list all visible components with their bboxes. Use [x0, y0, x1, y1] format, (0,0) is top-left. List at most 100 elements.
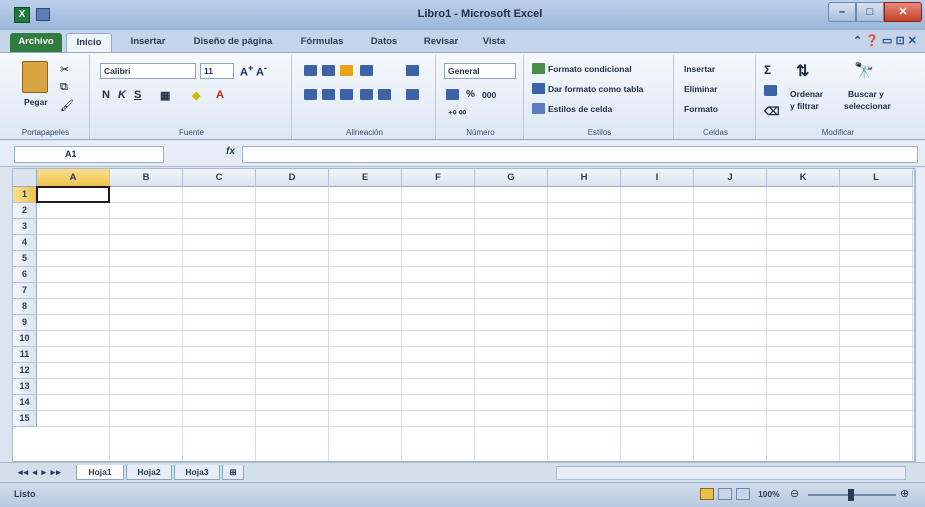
italic-icon[interactable]: K	[118, 89, 126, 101]
zoom-out-icon[interactable]: ⊖	[790, 487, 799, 500]
row-header[interactable]: 2	[13, 203, 37, 219]
paste-button[interactable]: Pegar	[24, 97, 48, 107]
row-header[interactable]: 3	[13, 219, 37, 235]
sort-filter-label-1[interactable]: Ordenar	[790, 89, 823, 99]
vertical-scrollbar[interactable]	[915, 168, 925, 462]
excel-app-icon[interactable]: X	[14, 7, 30, 23]
formula-input[interactable]	[242, 146, 918, 163]
help-icon[interactable]: ⌃ ❓ ▭ ⊡ ✕	[853, 34, 917, 47]
view-layout-icon[interactable]	[718, 488, 732, 500]
column-header[interactable]: A	[37, 169, 110, 187]
fill-icon[interactable]	[764, 85, 777, 96]
insert-cells-button[interactable]: Insertar	[684, 64, 715, 74]
format-cells-button[interactable]: Formato	[684, 104, 718, 114]
minimize-button[interactable]: –	[828, 2, 856, 22]
font-color-icon[interactable]: A	[216, 89, 224, 101]
paste-icon[interactable]	[22, 61, 48, 93]
grow-font-icon[interactable]: A+ A-	[240, 63, 267, 79]
tab-inicio[interactable]: Inicio	[66, 33, 112, 52]
horizontal-scrollbar[interactable]	[556, 466, 906, 480]
thousands-button[interactable]: 000	[482, 90, 496, 100]
tab-archivo[interactable]: Archivo	[10, 33, 62, 52]
row-header[interactable]: 5	[13, 251, 37, 267]
column-header[interactable]: G	[475, 169, 548, 187]
insert-function-button[interactable]: fx	[226, 146, 235, 157]
number-format-select[interactable]: General	[444, 63, 516, 79]
maximize-button[interactable]: □	[856, 2, 884, 22]
font-size-select[interactable]: 11	[200, 63, 234, 79]
align-right-icon[interactable]	[340, 89, 353, 100]
row-header[interactable]: 1	[13, 187, 37, 203]
conditional-format-button[interactable]: Formato condicional	[548, 64, 632, 74]
cut-icon[interactable]: ✂	[60, 63, 69, 76]
row-header[interactable]: 10	[13, 331, 37, 347]
percent-button[interactable]: %	[466, 89, 475, 100]
select-all-corner[interactable]	[13, 169, 37, 187]
row-header[interactable]: 7	[13, 283, 37, 299]
name-box[interactable]: A1	[14, 146, 164, 163]
bold-icon[interactable]: N	[102, 89, 110, 101]
currency-icon[interactable]	[446, 89, 459, 100]
column-header[interactable]: E	[329, 169, 402, 187]
autosum-icon[interactable]: Σ	[764, 63, 771, 77]
row-header[interactable]: 11	[13, 347, 37, 363]
tab-vista[interactable]: Vista	[474, 33, 514, 52]
wrap-text-icon[interactable]	[406, 65, 419, 76]
format-as-table-button[interactable]: Dar formato como tabla	[548, 84, 643, 94]
merge-center-icon[interactable]	[406, 89, 419, 100]
borders-icon[interactable]: ▦	[160, 89, 170, 102]
row-header[interactable]: 9	[13, 315, 37, 331]
column-header[interactable]: K	[767, 169, 840, 187]
column-header[interactable]: C	[183, 169, 256, 187]
column-header[interactable]: J	[694, 169, 767, 187]
close-button[interactable]: ✕	[884, 2, 922, 22]
underline-icon[interactable]: S	[134, 89, 141, 101]
sheet-nav-icon[interactable]: ◂◂ ◂ ▸ ▸▸	[18, 467, 62, 478]
worksheet-grid[interactable]: A B C D E F G H I J K L 1 2 3 4 5 6 7 8 9 10 11 12 13 14 15	[12, 168, 915, 462]
sheet-tab-hoja1[interactable]: Hoja1	[76, 465, 124, 480]
align-middle-icon[interactable]	[322, 65, 335, 76]
row-header[interactable]: 8	[13, 299, 37, 315]
align-bottom-icon[interactable]	[340, 65, 353, 76]
delete-cells-button[interactable]: Eliminar	[684, 84, 718, 94]
save-icon[interactable]	[36, 8, 50, 21]
copy-icon[interactable]: ⧉	[60, 81, 68, 94]
zoom-in-icon[interactable]: ⊕	[900, 487, 909, 500]
view-normal-icon[interactable]	[700, 488, 714, 500]
align-left-icon[interactable]	[304, 89, 317, 100]
orientation-icon[interactable]	[360, 65, 373, 76]
font-name-select[interactable]: Calibri	[100, 63, 196, 79]
tab-datos[interactable]: Datos	[362, 33, 406, 52]
decimal-increase-icon[interactable]: ⁺⁰ ⁰⁰	[448, 109, 466, 120]
format-painter-icon[interactable]: 🖌	[60, 99, 74, 112]
sort-filter-label-2[interactable]: y filtrar	[790, 101, 819, 111]
cell-styles-button[interactable]: Estilos de celda	[548, 104, 612, 114]
column-header[interactable]: F	[402, 169, 475, 187]
column-header[interactable]: D	[256, 169, 329, 187]
align-center-icon[interactable]	[322, 89, 335, 100]
column-header[interactable]: H	[548, 169, 621, 187]
increase-indent-icon[interactable]	[378, 89, 391, 100]
row-header[interactable]: 13	[13, 379, 37, 395]
fill-color-icon[interactable]: ◆	[192, 89, 200, 102]
tab-diseno-pagina[interactable]: Diseño de página	[184, 33, 282, 52]
tab-insertar[interactable]: Insertar	[122, 33, 174, 52]
sheet-tab-hoja2[interactable]: Hoja2	[126, 465, 172, 480]
decrease-indent-icon[interactable]	[360, 89, 373, 100]
new-sheet-icon[interactable]: ⊞	[222, 465, 244, 480]
find-select-icon[interactable]: 🔭	[854, 61, 874, 81]
align-top-icon[interactable]	[304, 65, 317, 76]
sheet-tab-hoja3[interactable]: Hoja3	[174, 465, 220, 480]
row-header[interactable]: 6	[13, 267, 37, 283]
view-pagebreak-icon[interactable]	[736, 488, 750, 500]
column-header[interactable]: L	[840, 169, 913, 187]
clear-icon[interactable]: ⌫	[764, 105, 780, 118]
row-header[interactable]: 4	[13, 235, 37, 251]
column-header[interactable]: I	[621, 169, 694, 187]
row-header[interactable]: 14	[13, 395, 37, 411]
zoom-slider-thumb[interactable]	[848, 489, 854, 501]
find-select-label-1[interactable]: Buscar y	[848, 89, 884, 99]
tab-formulas[interactable]: Fórmulas	[292, 33, 352, 52]
sort-filter-icon[interactable]: ⇅	[796, 61, 809, 81]
zoom-level[interactable]: 100%	[758, 489, 780, 499]
